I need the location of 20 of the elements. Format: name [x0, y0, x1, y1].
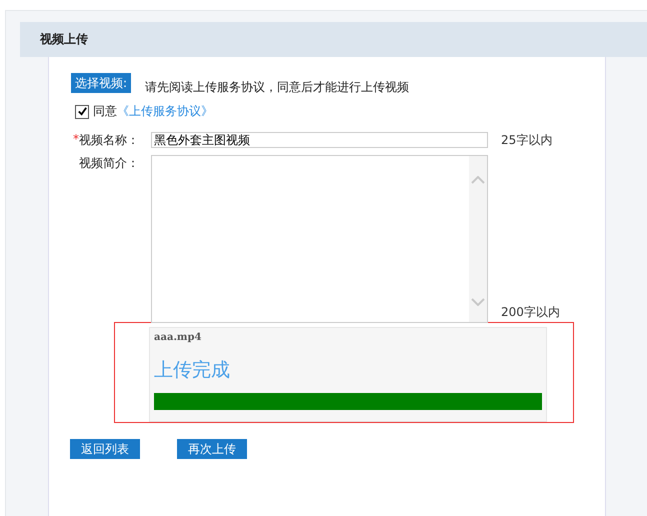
agreement-link[interactable]: 《上传服务协议》 — [117, 103, 213, 120]
name-input[interactable]: 黑色外套主图视频 — [151, 132, 488, 148]
field-label: 视频简介： — [79, 155, 139, 172]
agree-checkbox[interactable] — [75, 104, 89, 118]
action-button[interactable]: 再次上传 — [177, 439, 247, 459]
description-textarea[interactable] — [151, 155, 488, 323]
field-label: 视频名称： — [79, 132, 139, 149]
required-mark: * — [73, 132, 79, 148]
length-hint: 200字以内 — [501, 304, 560, 321]
choose-video-button[interactable]: 选择视频: — [71, 73, 132, 93]
page-title: 视频上传 — [40, 31, 88, 48]
length-hint: 25字以内 — [501, 132, 552, 149]
notice-text: 请先阅读上传服务协议，同意后才能进行上传视频 — [145, 79, 410, 96]
action-button[interactable]: 返回列表 — [70, 439, 140, 459]
scrollbar[interactable] — [469, 156, 487, 322]
agree-label: 同意 — [93, 103, 117, 120]
file-name: aaa.mp4 — [154, 332, 202, 343]
upload-status: 上传完成 — [154, 358, 231, 383]
scroll-up-icon[interactable] — [471, 176, 485, 184]
scroll-down-icon[interactable] — [471, 298, 485, 306]
